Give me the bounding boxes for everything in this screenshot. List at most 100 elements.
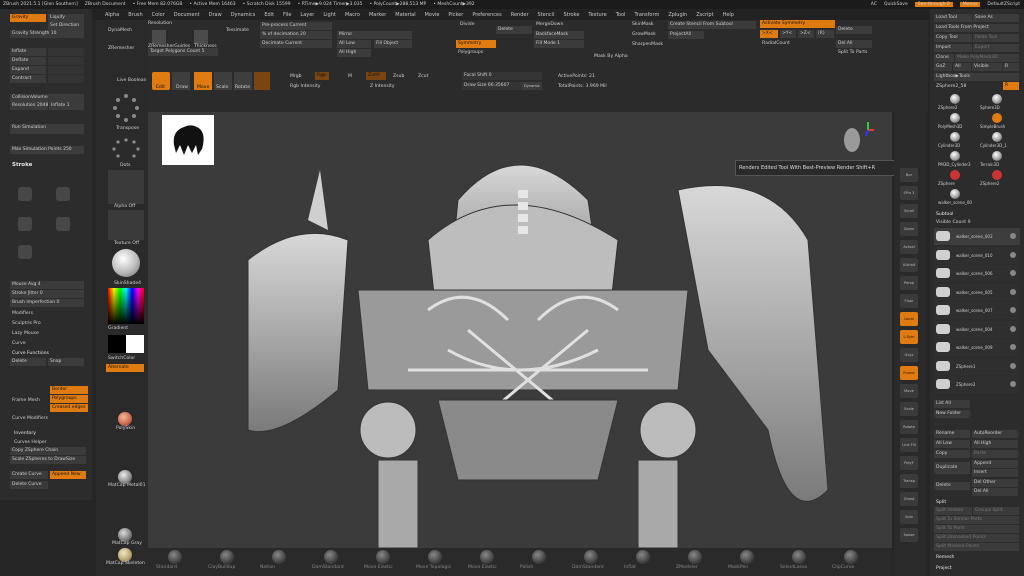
shelf-ghost-button[interactable]: Ghost [900, 492, 918, 506]
dynamesh-button[interactable]: DynaMesh [108, 28, 132, 33]
tool-thumb-pm3d-cylinder3[interactable]: PM3D_Cylinder3 [936, 151, 976, 169]
tool-thumb-polymesh3d[interactable]: PolyMesh3D [936, 113, 976, 131]
menu-zscript[interactable]: Zscript [696, 12, 713, 18]
material-thumbnail[interactable] [108, 246, 144, 282]
set-direction-button[interactable]: Set Direction [48, 22, 84, 30]
del-all-shelf-button[interactable]: Del All [836, 40, 872, 48]
inflate-amount-slider[interactable] [48, 48, 84, 56]
main-color-swatch[interactable] [108, 335, 126, 353]
brush-maskpen[interactable]: MaskPen [724, 550, 772, 574]
subtool-row[interactable]: walker_scene_006 [934, 265, 1020, 282]
shelf-actual-button[interactable]: Actual [900, 240, 918, 254]
robot-model[interactable] [208, 130, 848, 548]
modifiers-subpalette[interactable]: Modifiers [12, 311, 33, 316]
subtool-row[interactable]: walker_scene_005 [934, 283, 1020, 301]
preprocess-button[interactable]: Pre-process Current [260, 22, 332, 30]
mouse-avg-slider[interactable]: Mouse Avg 4 [10, 281, 84, 289]
polygroups-button[interactable]: Polygroups [50, 395, 88, 403]
brush-zmodeler[interactable]: ZModeler [672, 550, 720, 574]
polyskin-material-icon[interactable] [118, 412, 132, 426]
shelf-local-button[interactable]: Local [900, 312, 918, 326]
creased-edges-button[interactable]: Creased edges [50, 404, 88, 412]
list-all-button[interactable]: List All [934, 400, 970, 408]
quicksave-button[interactable]: QuickSave [884, 2, 908, 7]
fill-mode-slider[interactable]: Fill Mode 1 [534, 40, 584, 48]
append-new-button[interactable]: Append New [50, 471, 86, 479]
rgb-intensity-slider[interactable]: Rgb Intensity [290, 84, 320, 89]
shelf-transp-button[interactable]: Transp [900, 474, 918, 488]
shelf-aahalf-button[interactable]: AAHalf [900, 258, 918, 272]
menu-alpha[interactable]: Alpha [105, 12, 119, 18]
shelf-gxyz-button[interactable]: Gxyz [900, 348, 918, 362]
brush-nation[interactable]: Nation [256, 550, 304, 574]
expand-button[interactable]: Expand [10, 66, 46, 74]
project-all-button[interactable]: ProjectAll [668, 31, 704, 39]
subtool-row[interactable]: walker_scene_010 [934, 246, 1020, 264]
divide-button[interactable]: Divide [460, 22, 475, 27]
focal-shift-slider[interactable]: Focal Shift 0 [462, 72, 542, 80]
menu-zplugin[interactable]: Zplugin [668, 12, 687, 18]
brush-standard[interactable]: Standard [152, 550, 200, 574]
dragrect-stroke-icon[interactable] [56, 187, 70, 201]
menu-stencil[interactable]: Stencil [538, 12, 555, 18]
brush-damstandard[interactable]: DamStandard [568, 550, 616, 574]
subtool-delete-button[interactable]: Delete [934, 482, 970, 490]
load-tools-from-project-button[interactable]: Load Tools From Project [934, 24, 1019, 32]
tool-thumb-zsphere[interactable]: ZSphere [936, 170, 976, 188]
dynamic-button[interactable]: Dynamic [522, 82, 542, 90]
brush-icon[interactable] [254, 72, 270, 90]
freehand-stroke-icon[interactable] [18, 245, 32, 259]
subtool-all-high-button[interactable]: All High [972, 440, 1018, 448]
brush-move-elastic[interactable]: Move Elastic [464, 550, 512, 574]
rgb-button[interactable]: Rgb [315, 72, 329, 80]
save-as-button[interactable]: Save As [973, 14, 1019, 22]
eye-icon[interactable] [1010, 381, 1016, 387]
dots-stroke-icon[interactable] [18, 187, 32, 201]
matcap-gray-icon[interactable] [118, 528, 132, 542]
create-curve-button[interactable]: Create Curve [10, 471, 48, 479]
z-intensity-slider[interactable]: Z Intensity [370, 84, 395, 89]
split-hidden-button[interactable]: Split Hidden [934, 507, 972, 515]
eye-icon[interactable] [1010, 233, 1016, 239]
export-button[interactable]: Export [973, 44, 1019, 52]
goz-all-button[interactable]: All [953, 63, 971, 71]
subtool-header[interactable]: Subtool [936, 212, 953, 217]
subtool-row[interactable]: ZSphere2 [934, 376, 1020, 393]
radial-count-slider[interactable]: RadialCount [762, 41, 790, 46]
menu-layer[interactable]: Layer [300, 12, 314, 18]
mergedown-button[interactable]: MergeDown [536, 22, 563, 27]
create-stencil-button[interactable]: Create Stencil From Subtool [668, 21, 756, 29]
new-folder-button[interactable]: New Folder [934, 410, 970, 418]
menu-marker[interactable]: Marker [369, 12, 386, 18]
brush-inflat[interactable]: Inflat [620, 550, 668, 574]
brush-selectlasso[interactable]: SelectLasso [776, 550, 824, 574]
brush-move-elastic[interactable]: Move Elastic [360, 550, 408, 574]
matcap-metal-icon[interactable] [118, 470, 132, 484]
dots-icon[interactable] [108, 136, 144, 162]
curve-functions-subpalette[interactable]: Curve Functions [12, 351, 49, 356]
project-subpalette[interactable]: Project [936, 566, 952, 571]
shelf-solo-button[interactable]: Solo [900, 510, 918, 524]
tool-thumb-simplebrush[interactable]: SimpleBrush [978, 113, 1018, 131]
symmetry-button[interactable]: Symmetry [456, 40, 496, 48]
menu-render[interactable]: Render [511, 12, 529, 18]
transpose-icon[interactable] [108, 90, 144, 130]
alpha-thumbnail[interactable] [108, 170, 144, 204]
run-simulation-button[interactable]: Run Simulation [10, 124, 84, 134]
fill-object-button[interactable]: Fill Object [374, 40, 412, 48]
resolution-slider[interactable]: Resolution 2048 [10, 102, 48, 110]
alternate-button[interactable]: Alternate [106, 364, 144, 372]
resolution-label[interactable]: Resolution [148, 21, 172, 26]
stroke-header[interactable]: Stroke [12, 162, 32, 168]
insert-button[interactable]: Insert [972, 469, 1018, 477]
shelf-xpose-button[interactable]: Xpose [900, 528, 918, 542]
tool-thumb-cylinder3d-1[interactable]: Cylinder3D_1 [978, 132, 1018, 150]
all-high-button[interactable]: All High [337, 49, 371, 57]
shelf-persp-button[interactable]: Persp [900, 276, 918, 290]
sculptris-pro-subpalette[interactable]: Sculptris Pro [12, 321, 41, 326]
brush-clipcurve[interactable]: ClipCurve [828, 550, 876, 574]
goz-visible-button[interactable]: Visible [972, 63, 1002, 71]
brush-imperfection-slider[interactable]: Brush Imperfection 0 [10, 299, 84, 307]
decimate-current-button[interactable]: Decimate Current [260, 40, 332, 48]
menu-color[interactable]: Color [152, 12, 165, 18]
